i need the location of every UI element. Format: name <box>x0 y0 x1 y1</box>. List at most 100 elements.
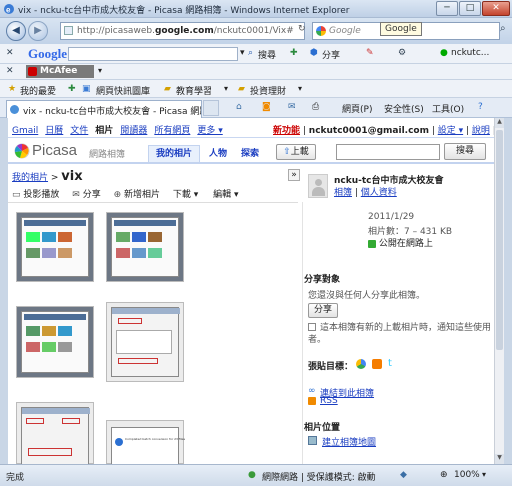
dropdown-icon[interactable]: ▾ <box>224 84 228 93</box>
scroll-up-icon[interactable]: ▲ <box>495 118 504 128</box>
account-name[interactable]: nckutc... <box>451 48 489 58</box>
settings-link[interactable]: 設定 ▾ <box>438 126 463 136</box>
public-globe-icon <box>368 239 376 248</box>
page-menu[interactable]: 網頁(P) <box>342 102 372 115</box>
blogger-icon[interactable] <box>372 359 382 369</box>
share-button[interactable]: 分享 <box>322 48 340 61</box>
search-placeholder: Google <box>329 26 361 36</box>
buzz-icon[interactable] <box>356 359 366 369</box>
notify-text: 這本相簿有新的上載相片時，通知這些使用者。 <box>308 323 492 345</box>
create-map-link[interactable]: 建立相簿地圖 <box>322 435 376 448</box>
plus-icon[interactable]: ✚ <box>290 48 298 58</box>
picasa-search-input[interactable] <box>336 144 440 160</box>
help-icon[interactable]: ? <box>478 102 483 112</box>
close-toolbar-icon[interactable]: ✕ <box>6 48 14 58</box>
breadcrumb-my-photos[interactable]: 我的相片 <box>12 173 48 183</box>
favorites-button[interactable]: 我的最愛 <box>20 84 56 97</box>
status-bar: 完成 ● 網際網路 | 受保護模式: 啟動 ◆ ⊕ 100% ▾ <box>0 464 512 486</box>
favorites-item[interactable]: 教育學習 <box>176 84 212 97</box>
albums-link[interactable]: 相簿 <box>334 188 352 198</box>
photo-thumbnail[interactable] <box>106 212 184 282</box>
profile-link[interactable]: 個人資料 <box>361 188 397 198</box>
vertical-scrollbar[interactable]: ▲ ▼ <box>494 118 504 464</box>
new-feature-link[interactable]: 新功能 <box>273 126 300 136</box>
divider <box>8 137 494 138</box>
collapse-sidebar-icon[interactable]: » <box>288 169 300 181</box>
info-icon <box>115 438 123 446</box>
close-button[interactable]: ✕ <box>482 1 510 16</box>
download-button[interactable]: 下載 ▾ <box>173 190 198 200</box>
back-button[interactable]: ◀ <box>6 21 26 41</box>
forward-button[interactable]: ▶ <box>28 21 48 41</box>
url-input[interactable]: http://picasaweb.google.com/nckutc0001/V… <box>60 22 305 40</box>
tab-active[interactable]: vix - ncku-tc台中市成大校友會 - Picasa 網路相... <box>6 100 202 118</box>
photo-thumbnail[interactable]: Completed batch conversion for 23 files <box>106 420 185 464</box>
add-photos-button[interactable]: 新增相片 <box>124 190 160 200</box>
visibility-label: 公開在網路上 <box>378 239 433 249</box>
rss-link[interactable]: RSS <box>320 396 338 406</box>
close-mcafee-icon[interactable]: ✕ <box>6 66 14 76</box>
help-link[interactable]: 說明 <box>472 126 490 136</box>
album-date: 2011/1/29 <box>368 212 415 222</box>
photo-thumbnail[interactable] <box>16 306 94 378</box>
wrench-icon[interactable]: ⚙ <box>398 48 406 58</box>
nav-photos[interactable]: 相片 <box>95 126 113 136</box>
home-icon[interactable]: ⌂ <box>236 102 242 112</box>
screenshot-image <box>21 311 89 373</box>
tab-explore[interactable]: 探索 <box>234 146 266 159</box>
bookmark-icon[interactable]: ✎ <box>366 48 374 58</box>
dropdown-icon[interactable]: ▾ <box>298 84 302 93</box>
nav-calendar[interactable]: 日曆 <box>45 126 63 136</box>
album-share-button[interactable]: 分享 <box>83 190 101 200</box>
nav-reader[interactable]: 閱讀器 <box>120 126 147 136</box>
rss-feed-icon[interactable]: ◙ <box>262 102 271 112</box>
print-icon[interactable]: ⎙ <box>312 102 319 112</box>
refresh-icon[interactable]: ↻ <box>298 24 306 34</box>
new-tab-button[interactable] <box>203 100 219 116</box>
tab-bar: vix - ncku-tc台中市成大校友會 - Picasa 網路相... ⌂ … <box>0 98 512 118</box>
edit-button[interactable]: 編輯 ▾ <box>213 190 238 200</box>
screenshot-image <box>21 217 89 277</box>
google-search-button[interactable]: 搜尋 <box>258 48 276 61</box>
zoom-level[interactable]: 100% <box>454 470 480 480</box>
tools-menu[interactable]: 工具(O) <box>432 102 464 115</box>
nav-web[interactable]: 所有網頁 <box>154 126 190 136</box>
mcafee-shield-icon <box>28 67 37 76</box>
picasa-search-button[interactable]: 搜尋 <box>444 143 486 160</box>
zoom-dropdown-icon[interactable]: ▾ <box>482 470 486 479</box>
tab-title: vix - ncku-tc台中市成大校友會 - Picasa 網路相... <box>23 107 201 117</box>
photo-thumbnail[interactable] <box>16 402 94 464</box>
avatar[interactable] <box>308 174 328 198</box>
link-icon: ∞ <box>308 386 316 396</box>
maximize-button[interactable]: □ <box>459 1 481 16</box>
nav-more[interactable]: 更多 ▾ <box>197 126 222 136</box>
gnav-right: 新功能 | nckutc0001@gmail.com | 設定 ▾ | 說明 |… <box>273 126 494 136</box>
url-domain: google.com <box>154 26 214 36</box>
upload-button[interactable]: ⇧上載 <box>276 144 316 160</box>
sidebar-share-button[interactable]: 分享 <box>308 303 338 318</box>
minimize-button[interactable]: ─ <box>436 1 458 16</box>
favorites-item[interactable]: 投資理財 <box>250 84 286 97</box>
tab-people[interactable]: 人物 <box>202 146 234 159</box>
tab-my-photos[interactable]: 我的相片 <box>148 145 200 162</box>
location-heading: 相片位置 <box>304 423 341 433</box>
dialog-screenshot: Completed batch conversion for 23 files <box>111 427 185 464</box>
scroll-thumb[interactable] <box>496 130 503 350</box>
search-icon[interactable]: ⌕ <box>500 23 506 34</box>
google-search-input[interactable] <box>68 47 238 61</box>
mail-icon[interactable]: ✉ <box>288 102 296 112</box>
slideshow-button[interactable]: 投影播放 <box>23 190 59 200</box>
favorites-item[interactable]: 網頁快訊圖庫 <box>96 84 150 97</box>
search-dropdown-icon[interactable]: ▾ <box>240 48 245 58</box>
add-favorite-icon[interactable]: ✚ <box>68 84 76 94</box>
photo-thumbnail[interactable] <box>16 212 94 282</box>
mcafee-dropdown-icon[interactable]: ▾ <box>98 66 102 75</box>
google-nav: Gmail 日曆 文件 相片 閱讀器 所有網頁 更多 ▾ <box>12 123 230 136</box>
photo-thumbnail[interactable] <box>106 302 184 382</box>
mcafee-button[interactable]: McAfee <box>26 65 94 78</box>
twitter-icon[interactable]: t <box>388 358 392 369</box>
nav-docs[interactable]: 文件 <box>70 126 88 136</box>
safety-menu[interactable]: 安全性(S) <box>384 102 424 115</box>
nav-gmail[interactable]: Gmail <box>12 126 38 136</box>
scroll-down-icon[interactable]: ▼ <box>495 454 504 464</box>
